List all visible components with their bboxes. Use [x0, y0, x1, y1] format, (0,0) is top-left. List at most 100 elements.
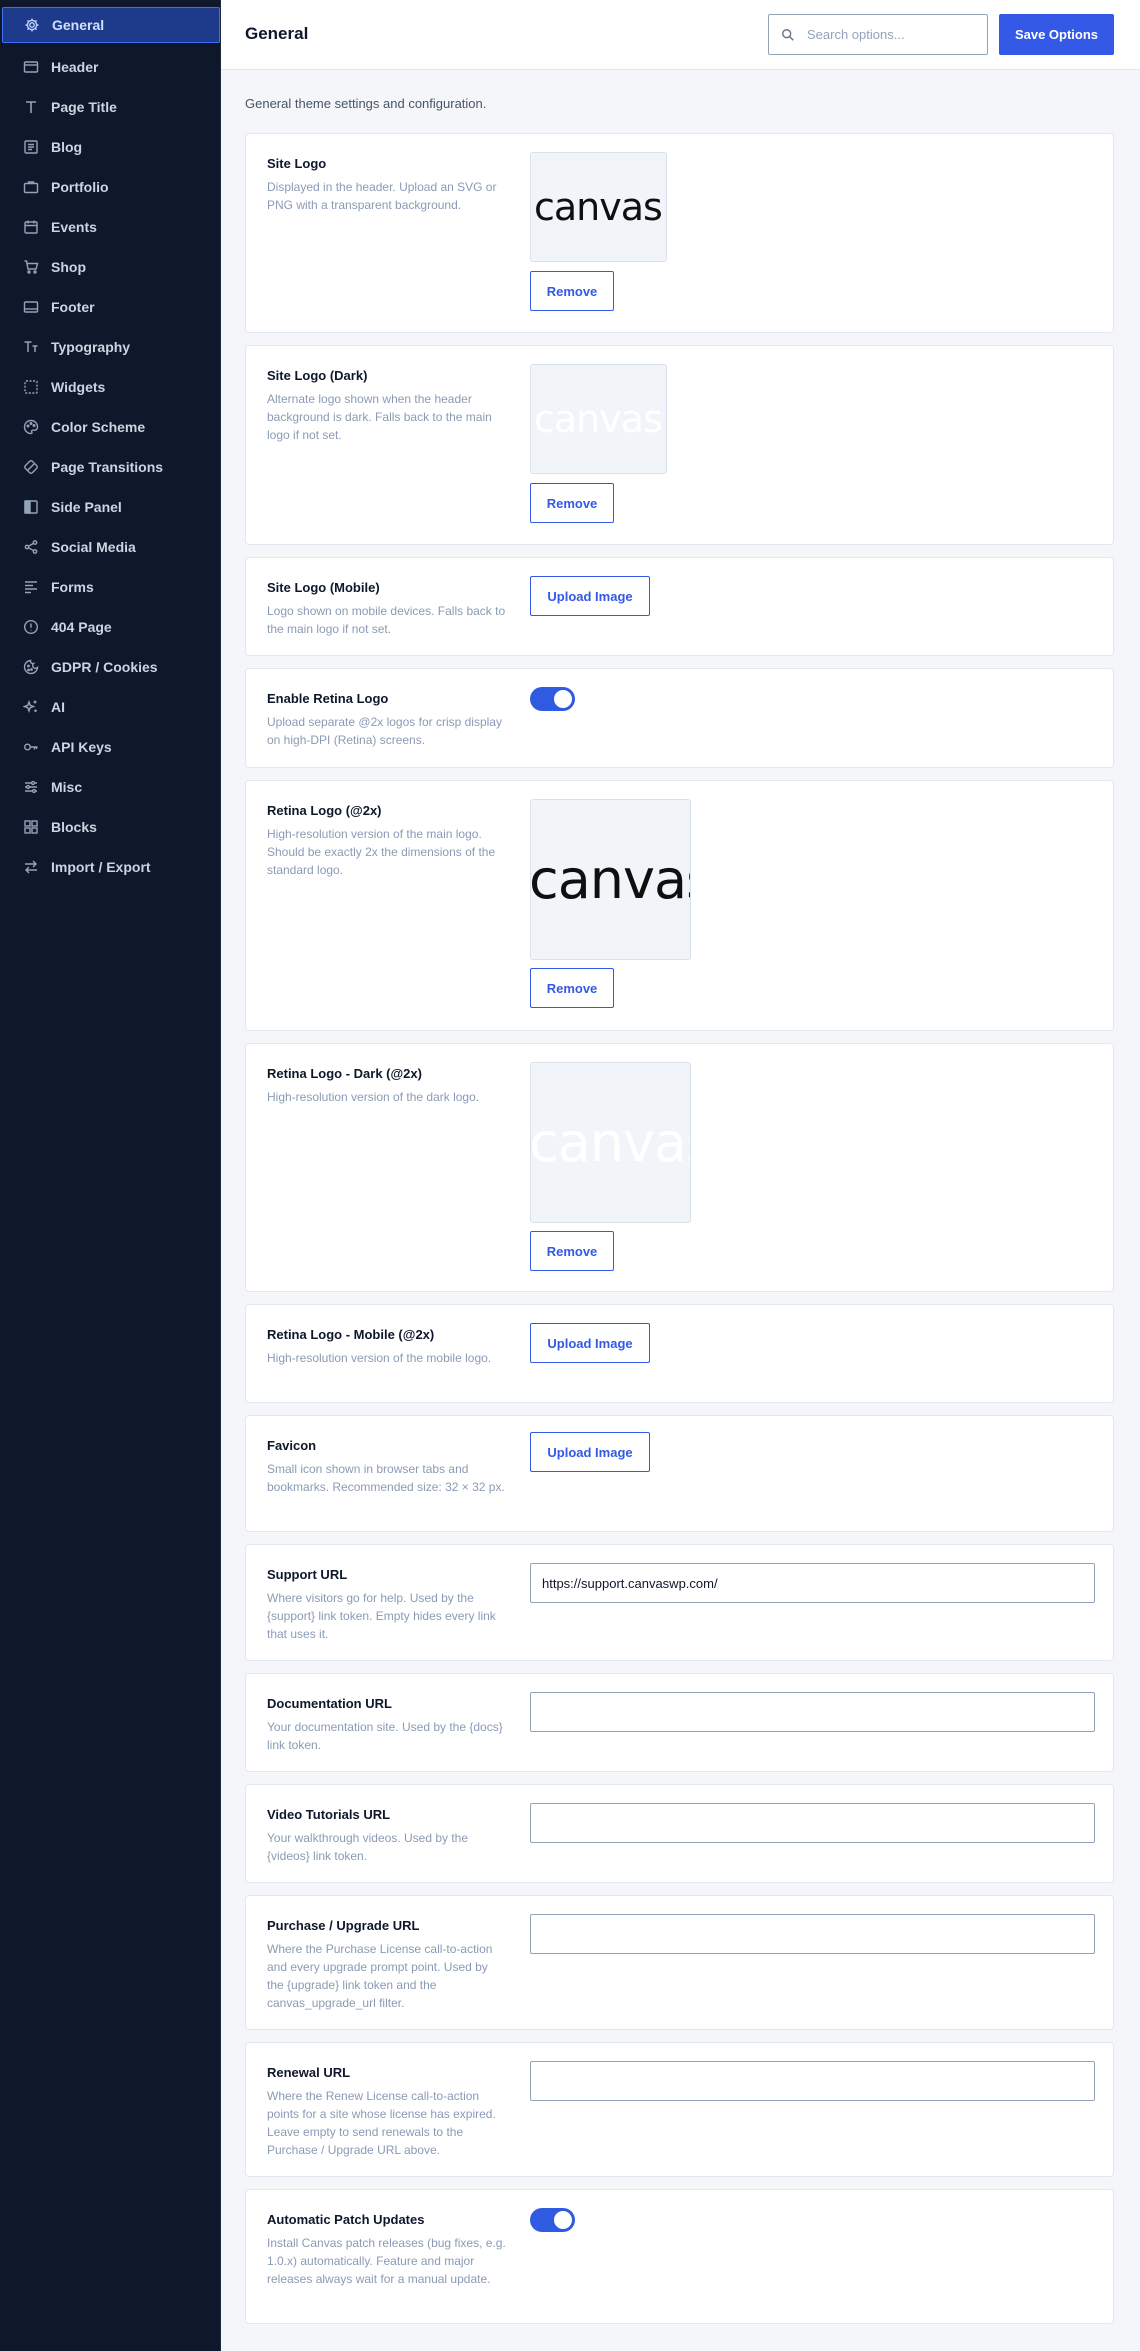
setting-label: Purchase / Upgrade URL: [267, 1918, 420, 1933]
sidebar-item-misc[interactable]: Misc: [2, 769, 220, 805]
setting-label: Site Logo (Mobile): [267, 580, 380, 595]
setting-label: Automatic Patch Updates: [267, 2212, 425, 2227]
sliders-icon: [23, 779, 39, 795]
setting-retina-logo-dark: Retina Logo - Dark (@2x) High-resolution…: [245, 1043, 1114, 1292]
setting-description: Where the Renew License call-to-action p…: [267, 2089, 496, 2157]
remove-button[interactable]: Remove: [530, 968, 614, 1008]
sidebar-item-label: Social Media: [51, 539, 136, 555]
sidebar-item-color-scheme[interactable]: Color Scheme: [2, 409, 220, 445]
setting-retina-logo-mobile: Retina Logo - Mobile (@2x) High-resoluti…: [245, 1304, 1114, 1403]
typography-icon: [23, 339, 39, 355]
setting-label: Retina Logo (@2x): [267, 803, 382, 818]
documentation-url-input[interactable]: [530, 1692, 1095, 1732]
retina-logo-toggle[interactable]: [530, 687, 575, 711]
sidebar-item-label: 404 Page: [51, 619, 112, 635]
setting-description: Small icon shown in browser tabs and boo…: [267, 1462, 505, 1494]
remove-button[interactable]: Remove: [530, 483, 614, 523]
setting-retina-logo: Retina Logo (@2x) High-resolution versio…: [245, 780, 1114, 1031]
sidebar-item-blog[interactable]: Blog: [2, 129, 220, 165]
sidebar-item-portfolio[interactable]: Portfolio: [2, 169, 220, 205]
upload-image-button[interactable]: Upload Image: [530, 1323, 650, 1363]
sidebar-item-label: Import / Export: [51, 859, 151, 875]
palette-icon: [23, 419, 39, 435]
sidebar-item-widgets[interactable]: Widgets: [2, 369, 220, 405]
setting-purchase-upgrade-url: Purchase / Upgrade URL Where the Purchas…: [245, 1895, 1114, 2030]
sidebar-item-side-panel[interactable]: Side Panel: [2, 489, 220, 525]
setting-renewal-url: Renewal URL Where the Renew License call…: [245, 2042, 1114, 2177]
sidebar-item-typography[interactable]: Typography: [2, 329, 220, 365]
sidebar: General Header Page Title Blog Portfolio…: [0, 0, 221, 2351]
setting-automatic-patch-updates: Automatic Patch Updates Install Canvas p…: [245, 2189, 1114, 2324]
article-icon: [23, 139, 39, 155]
sidebar-item-api-keys[interactable]: API Keys: [2, 729, 220, 765]
setting-description: Upload separate @2x logos for crisp disp…: [267, 715, 502, 747]
search-input[interactable]: [807, 27, 977, 42]
calendar-icon: [23, 219, 39, 235]
sidebar-item-label: Misc: [51, 779, 83, 795]
sidebar-item-ai[interactable]: AI: [2, 689, 220, 725]
alert-circle-icon: [23, 619, 39, 635]
sidebar-item-label: Portfolio: [51, 179, 109, 195]
setting-description: High-resolution version of the mobile lo…: [267, 1351, 492, 1365]
renewal-url-input[interactable]: [530, 2061, 1095, 2101]
transitions-icon: [23, 459, 39, 475]
sidebar-item-footer[interactable]: Footer: [2, 289, 220, 325]
sidebar-item-gdpr-cookies[interactable]: GDPR / Cookies: [2, 649, 220, 685]
setting-description: Displayed in the header. Upload an SVG o…: [267, 180, 497, 212]
setting-label: Favicon: [267, 1438, 317, 1453]
key-icon: [23, 739, 39, 755]
logo-preview-text: canvas: [530, 1111, 690, 1174]
sidebar-item-label: Page Transitions: [51, 459, 164, 475]
save-options-button[interactable]: Save Options: [999, 14, 1114, 55]
setting-label: Retina Logo - Mobile (@2x): [267, 1327, 435, 1342]
setting-documentation-url: Documentation URL Your documentation sit…: [245, 1673, 1114, 1772]
purchase-url-input[interactable]: [530, 1914, 1095, 1954]
sidebar-item-label: Widgets: [51, 379, 106, 395]
setting-enable-retina-logo: Enable Retina Logo Upload separate @2x l…: [245, 668, 1114, 768]
setting-description: High-resolution version of the dark logo…: [267, 1090, 480, 1104]
search-box[interactable]: [768, 14, 988, 55]
setting-site-logo: Site Logo Displayed in the header. Uploa…: [245, 133, 1114, 333]
sidebar-item-general[interactable]: General: [2, 7, 220, 43]
page-title: General: [245, 24, 309, 43]
sidebar-item-label: Blocks: [51, 819, 97, 835]
setting-description: Your documentation site. Used by the {do…: [267, 1720, 503, 1752]
forms-icon: [23, 579, 39, 595]
remove-button[interactable]: Remove: [530, 271, 614, 311]
sidebar-item-label: Header: [51, 59, 99, 75]
sidebar-item-404-page[interactable]: 404 Page: [2, 609, 220, 645]
arrows-swap-icon: [23, 859, 39, 875]
sparkle-icon: [23, 699, 39, 715]
sidebar-item-events[interactable]: Events: [2, 209, 220, 245]
gear-icon: [24, 17, 40, 33]
setting-description: High-resolution version of the main logo…: [267, 827, 496, 877]
sidebar-item-label: General: [52, 17, 105, 33]
setting-favicon: Favicon Small icon shown in browser tabs…: [245, 1415, 1114, 1532]
sidebar-item-forms[interactable]: Forms: [2, 569, 220, 605]
share-icon: [23, 539, 39, 555]
setting-site-logo-mobile: Site Logo (Mobile) Logo shown on mobile …: [245, 557, 1114, 656]
sidebar-item-page-title[interactable]: Page Title: [2, 89, 220, 125]
sidebar-item-blocks[interactable]: Blocks: [2, 809, 220, 845]
logo-preview-text: canvas: [530, 848, 690, 911]
sidebar-item-social-media[interactable]: Social Media: [2, 529, 220, 565]
search-icon: [782, 28, 794, 41]
setting-description: Your walkthrough videos. Used by the {vi…: [267, 1831, 469, 1863]
sidebar-item-label: AI: [51, 699, 65, 715]
sidebar-item-shop[interactable]: Shop: [2, 249, 220, 285]
auto-patch-toggle[interactable]: [530, 2208, 575, 2232]
logo-preview: canvas: [530, 1062, 691, 1223]
blocks-icon: [23, 819, 39, 835]
upload-image-button[interactable]: Upload Image: [530, 576, 650, 616]
setting-description: Install Canvas patch releases (bug fixes…: [267, 2236, 506, 2286]
sidebar-item-import-export[interactable]: Import / Export: [2, 849, 220, 885]
support-url-input[interactable]: [530, 1563, 1095, 1603]
upload-image-button[interactable]: Upload Image: [530, 1432, 650, 1472]
setting-site-logo-dark: Site Logo (Dark) Alternate logo shown wh…: [245, 345, 1114, 545]
sidebar-item-page-transitions[interactable]: Page Transitions: [2, 449, 220, 485]
remove-button[interactable]: Remove: [530, 1231, 614, 1271]
cart-icon: [23, 259, 39, 275]
sidebar-item-header[interactable]: Header: [2, 49, 220, 85]
video-tutorials-url-input[interactable]: [530, 1803, 1095, 1843]
setting-support-url: Support URL Where visitors go for help. …: [245, 1544, 1114, 1661]
